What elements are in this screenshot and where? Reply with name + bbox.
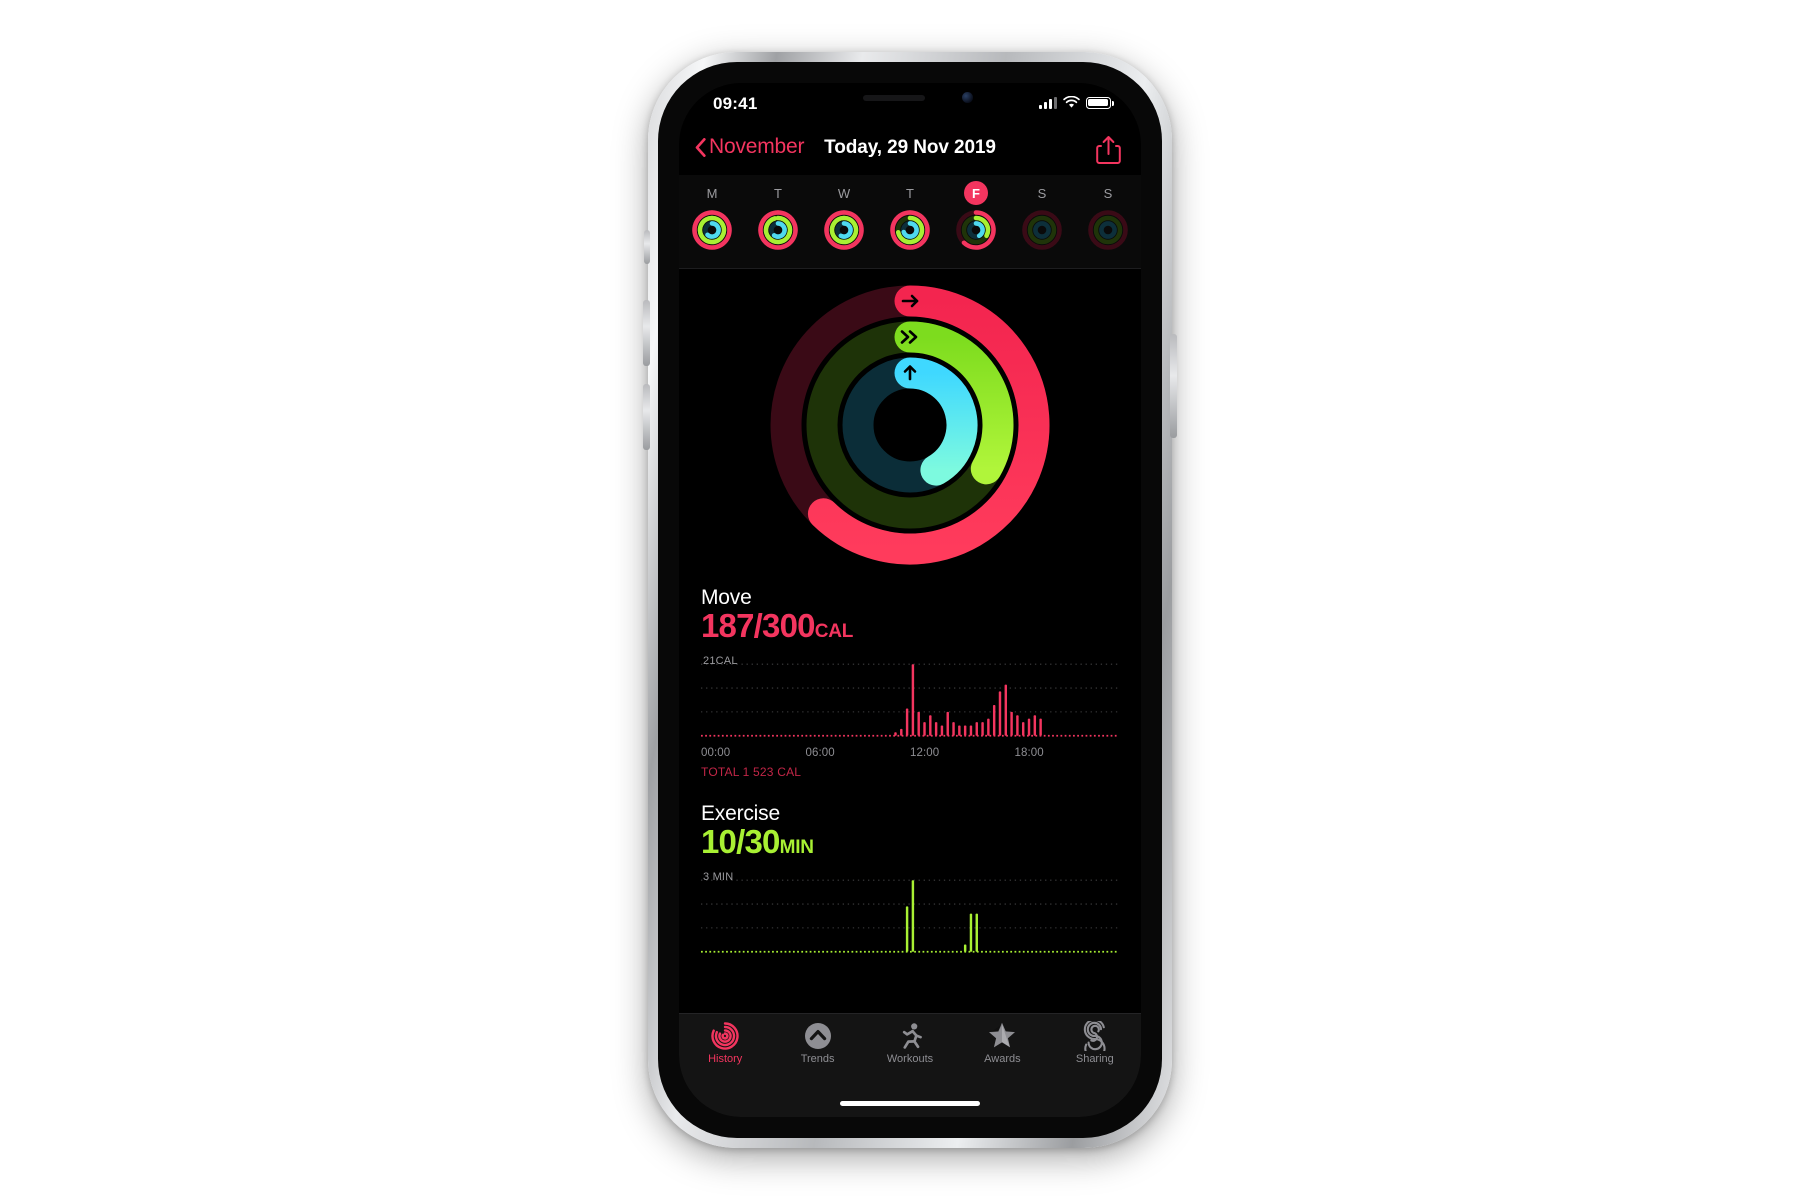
exercise-value-unit: MIN (779, 837, 814, 858)
week-day-strip[interactable]: MTWTFSS (679, 175, 1141, 269)
activity-rings-icon (711, 1022, 739, 1050)
time-axis-label: 18:00 (1014, 746, 1044, 759)
tab-sharing[interactable]: Sharing (1049, 1021, 1141, 1065)
phone-screen: 09:41 November Today, 29 Nov 2019 M T W … (679, 83, 1141, 1117)
chevron-left-icon (695, 137, 706, 157)
tab-label: Awards (984, 1053, 1021, 1065)
move-value-number: 187/300 (701, 607, 815, 644)
volume-down-button[interactable] (643, 384, 650, 450)
tab-history[interactable]: History (679, 1021, 771, 1065)
week-day-3[interactable]: T (877, 175, 943, 268)
mini-activity-rings (824, 210, 864, 250)
chevron-up-circle-icon (804, 1023, 831, 1049)
back-button-label: November (709, 135, 805, 158)
status-time: 09:41 (713, 94, 758, 113)
tab-label: History (708, 1053, 743, 1065)
week-day-6[interactable]: S (1075, 175, 1141, 268)
week-day-letter: M (706, 185, 718, 201)
battery-icon (1086, 96, 1114, 109)
tab-label: Workouts (886, 1053, 934, 1065)
share-icon (1096, 136, 1121, 164)
move-bar-chart (701, 663, 1119, 737)
mini-activity-rings (890, 210, 930, 250)
move-chart[interactable]: 21CAL 00:00 06:00 12:00 18:00 TOTAL 1 523 C… (701, 651, 1119, 779)
star-badge-icon (989, 1022, 1016, 1048)
tab-label: Trends (800, 1053, 835, 1065)
mini-activity-rings (1088, 210, 1128, 250)
exercise-value: 10/30MIN (701, 823, 1119, 861)
front-camera-icon (962, 92, 973, 103)
cellular-signal-icon (1039, 96, 1057, 109)
back-button[interactable]: November (695, 135, 804, 159)
move-peak-label: 21CAL (703, 654, 738, 667)
move-value-unit: CAL (814, 621, 854, 642)
week-day-2[interactable]: W (811, 175, 877, 268)
tab-label: Sharing (1075, 1053, 1114, 1065)
phone-bezel: 09:41 November Today, 29 Nov 2019 M T W … (658, 62, 1162, 1138)
time-axis-label: 12:00 (910, 746, 940, 759)
week-day-letter: T (906, 185, 914, 201)
week-day-letter: F (964, 181, 988, 205)
mini-activity-rings (1022, 210, 1062, 250)
activity-rings[interactable] (765, 280, 1055, 570)
tab-awards[interactable]: Awards (956, 1021, 1048, 1065)
navigation-bar: November Today, 29 Nov 2019 (679, 127, 1141, 175)
mini-activity-rings (956, 210, 996, 250)
week-day-0[interactable]: M (679, 175, 745, 268)
sharing-spiral-icon (1083, 1021, 1106, 1051)
running-person-icon (902, 1023, 922, 1049)
mini-activity-rings (758, 210, 798, 250)
exercise-section: Exercise 10/30MIN 3 MIN (701, 802, 1119, 962)
status-indicators (1039, 96, 1114, 109)
move-value: 187/300CAL (701, 607, 1119, 645)
share-button[interactable] (1096, 135, 1121, 170)
volume-up-button[interactable] (643, 300, 650, 366)
notch (811, 83, 1009, 115)
time-axis-label: 00:00 (701, 746, 731, 759)
exercise-bar-chart (701, 879, 1119, 953)
exercise-value-number: 10/30 (701, 823, 780, 860)
exercise-peak-label: 3 MIN (703, 870, 734, 883)
week-day-1[interactable]: T (745, 175, 811, 268)
earpiece-speaker (863, 95, 925, 101)
phone-device-frame: 09:41 November Today, 29 Nov 2019 M T W … (643, 52, 1177, 1148)
week-day-letter: S (1103, 185, 1113, 201)
power-button[interactable] (1170, 334, 1177, 438)
week-day-5[interactable]: S (1009, 175, 1075, 268)
week-day-letter: T (774, 185, 782, 201)
week-day-letter: S (1037, 185, 1047, 201)
stand-ring-progress (894, 357, 978, 486)
wifi-icon (1063, 96, 1080, 108)
tab-workouts[interactable]: Workouts (864, 1021, 956, 1065)
tab-trends[interactable]: Trends (771, 1021, 863, 1065)
time-axis-label: 06:00 (805, 746, 835, 759)
mini-activity-rings (692, 210, 732, 250)
move-section: Move 187/300CAL 21CAL 00:00 06:00 12:00 18:… (701, 586, 1119, 779)
week-day-4[interactable]: F (943, 175, 1009, 268)
move-total-label: TOTAL 1 523 CAL (701, 764, 802, 779)
week-day-letter: W (837, 185, 851, 201)
move-time-axis: 00:00 06:00 12:00 18:00 (701, 747, 1119, 763)
mute-switch[interactable] (644, 230, 650, 264)
activity-detail-content: Move 187/300CAL 21CAL 00:00 06:00 12:00 18:… (679, 268, 1141, 1021)
exercise-chart[interactable]: 3 MIN (701, 867, 1119, 962)
home-indicator[interactable] (840, 1101, 980, 1106)
